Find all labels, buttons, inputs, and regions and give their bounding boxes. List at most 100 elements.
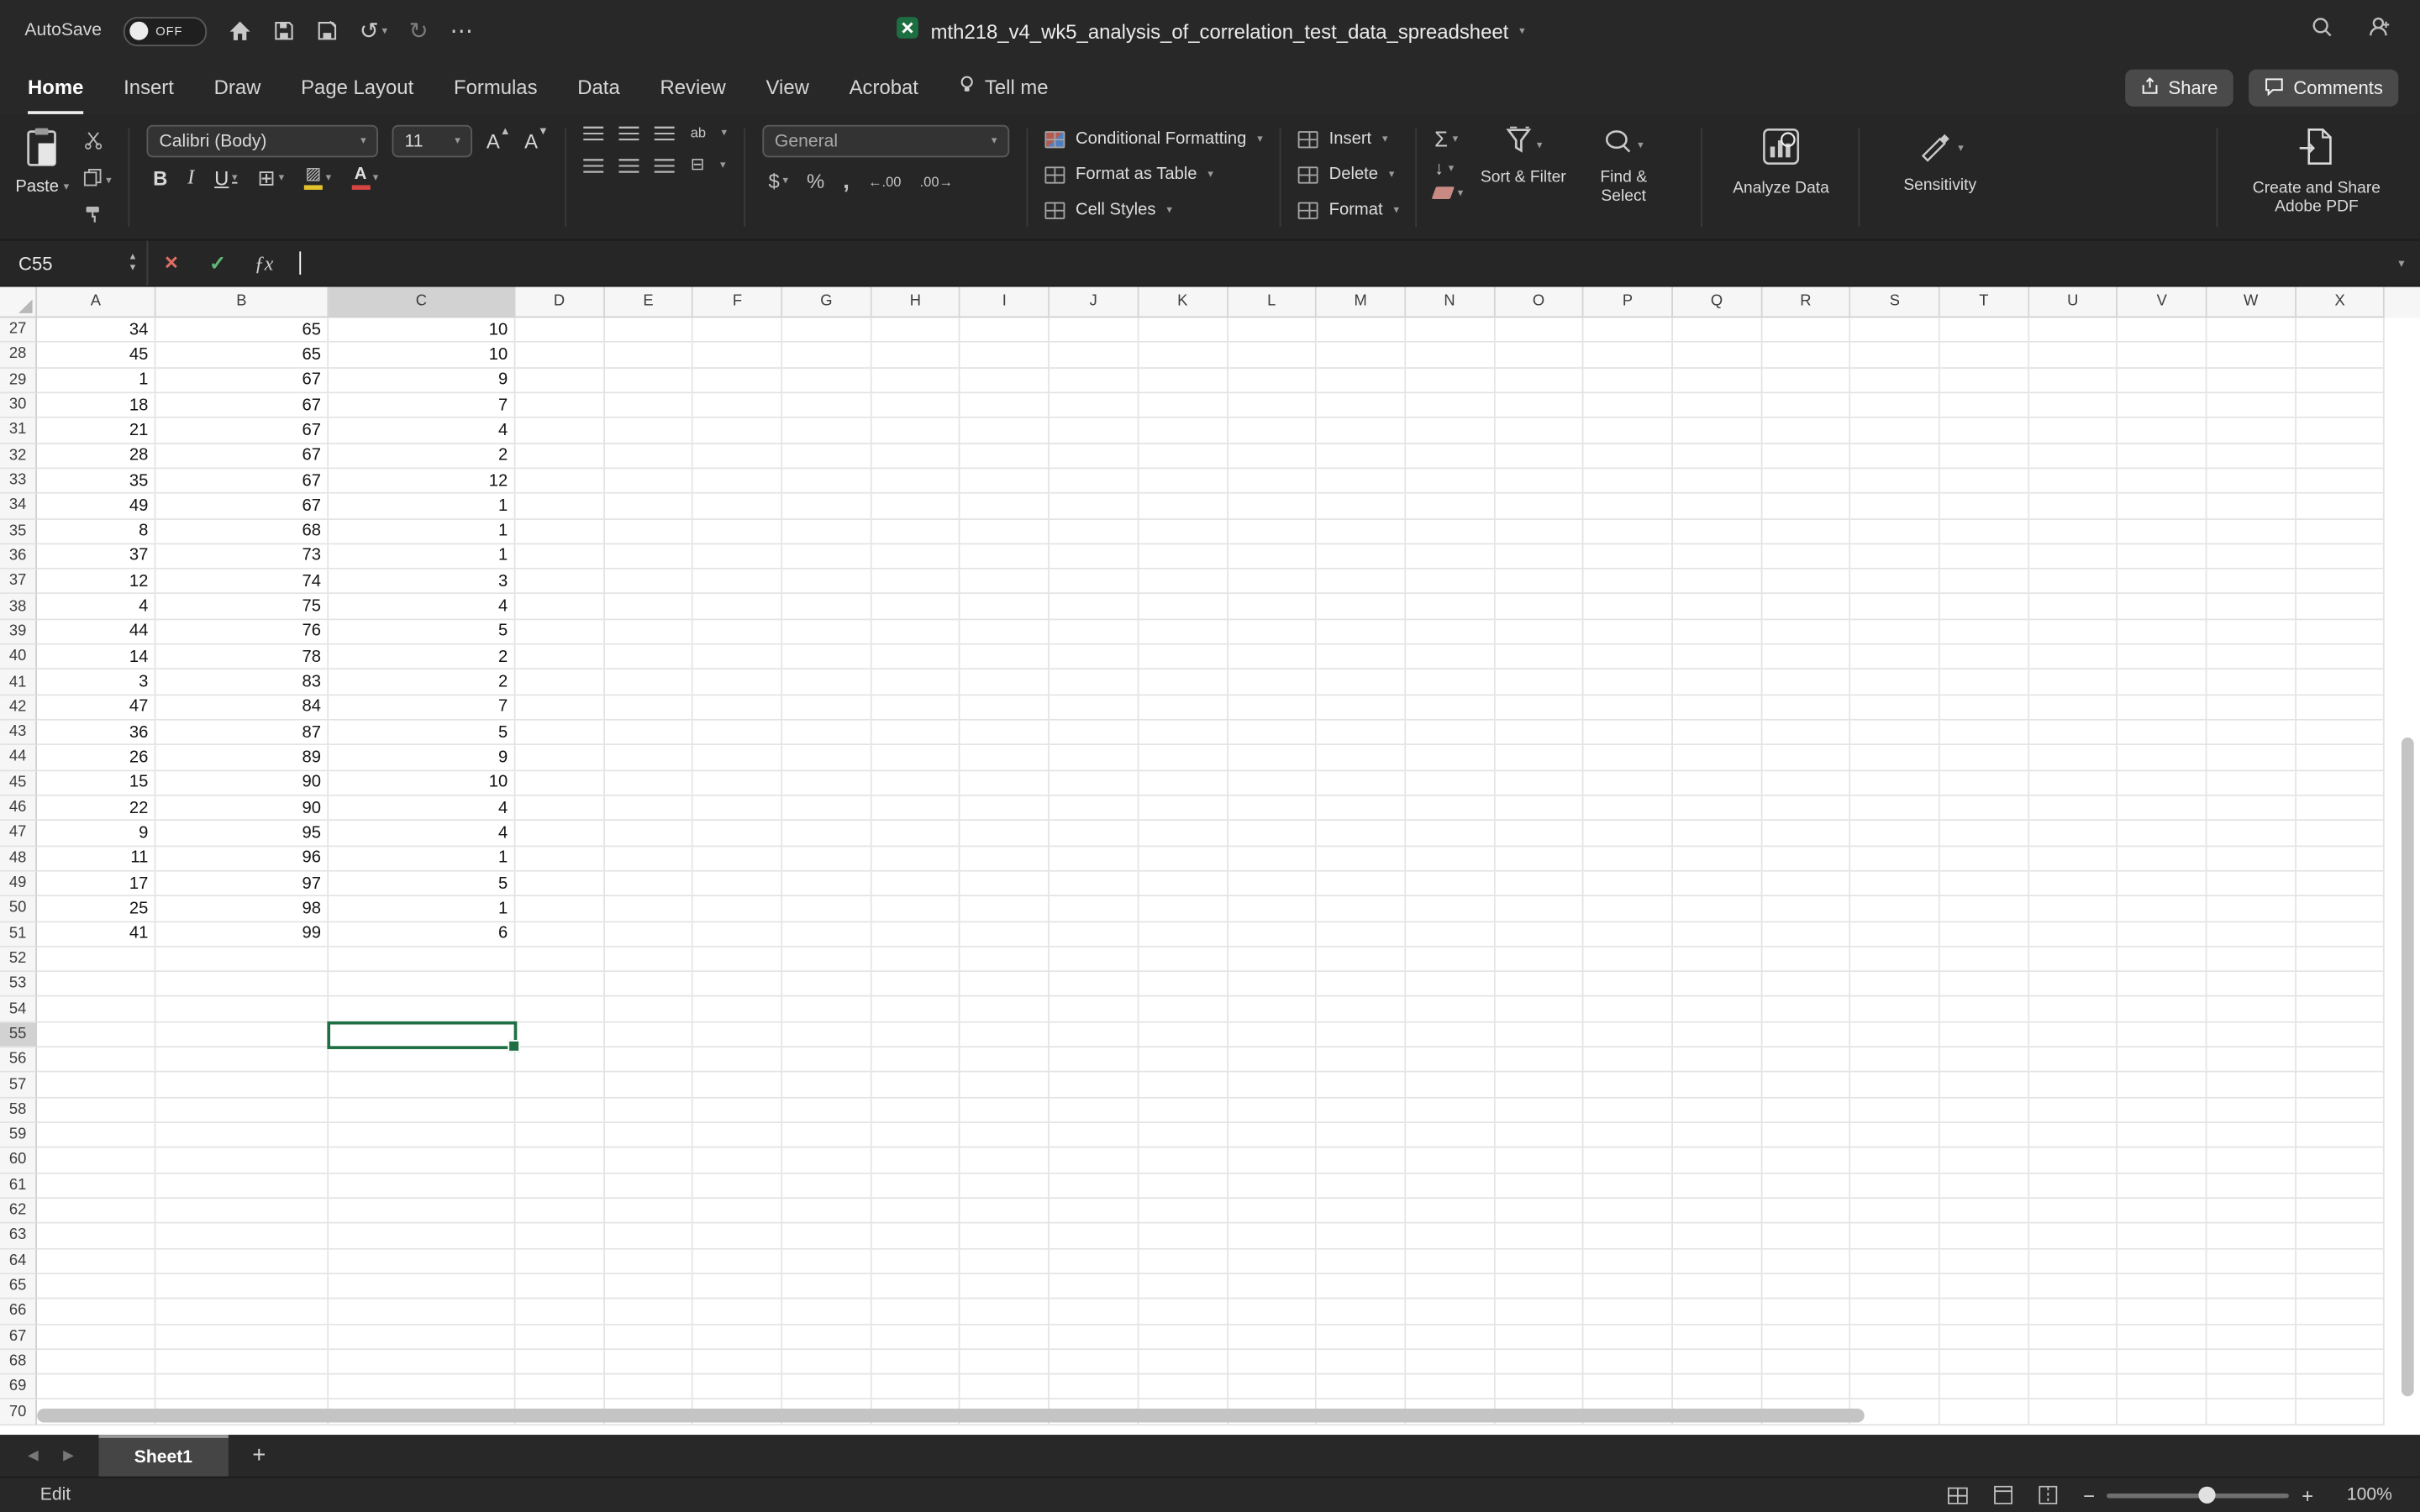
cell-S27[interactable] — [1850, 318, 1940, 344]
cell-T54[interactable] — [1939, 997, 2029, 1023]
cell-C49[interactable]: 5 — [329, 871, 516, 897]
cell-Q29[interactable] — [1672, 368, 1762, 394]
cell-G33[interactable] — [782, 469, 872, 495]
cell-J35[interactable] — [1050, 519, 1139, 545]
cell-Q43[interactable] — [1672, 720, 1762, 746]
cell-O42[interactable] — [1494, 695, 1584, 721]
cell-D34[interactable] — [515, 494, 605, 520]
cell-C59[interactable] — [329, 1123, 516, 1149]
cell-I34[interactable] — [960, 494, 1050, 520]
cell-R27[interactable] — [1761, 318, 1851, 344]
cell-D69[interactable] — [515, 1374, 605, 1400]
cell-L31[interactable] — [1228, 418, 1318, 444]
cell-J50[interactable] — [1050, 896, 1139, 922]
cell-I66[interactable] — [960, 1299, 1050, 1325]
row-header-59[interactable]: 59 — [0, 1123, 38, 1149]
cell-B49[interactable]: 97 — [155, 871, 329, 897]
cell-G37[interactable] — [782, 569, 872, 595]
cell-P66[interactable] — [1583, 1299, 1673, 1325]
cell-C30[interactable]: 7 — [329, 393, 516, 419]
row-header-39[interactable]: 39 — [0, 619, 38, 645]
cell-T42[interactable] — [1939, 695, 2029, 721]
undo-icon[interactable]: ↺ ▾ — [360, 19, 387, 43]
cell-P52[interactable] — [1583, 947, 1673, 973]
cell-J48[interactable] — [1050, 846, 1139, 872]
cell-F28[interactable] — [693, 343, 783, 369]
cell-X60[interactable] — [2296, 1148, 2386, 1174]
cell-S40[interactable] — [1850, 644, 1940, 670]
cell-A41[interactable]: 3 — [37, 669, 156, 696]
adobe-pdf-button[interactable]: Create and Share Adobe PDF — [2235, 125, 2399, 218]
cell-E34[interactable] — [604, 494, 694, 520]
cell-Q40[interactable] — [1672, 644, 1762, 670]
cell-M32[interactable] — [1317, 444, 1407, 470]
cell-H32[interactable] — [871, 444, 961, 470]
cell-R29[interactable] — [1761, 368, 1851, 394]
cell-F57[interactable] — [693, 1073, 783, 1099]
cell-J65[interactable] — [1050, 1273, 1139, 1299]
cell-D62[interactable] — [515, 1199, 605, 1224]
cell-F54[interactable] — [693, 997, 783, 1023]
cell-K55[interactable] — [1139, 1022, 1228, 1048]
cell-B54[interactable] — [155, 997, 329, 1023]
cell-G69[interactable] — [782, 1374, 872, 1400]
cell-D43[interactable] — [515, 720, 605, 746]
cell-X56[interactable] — [2296, 1047, 2386, 1074]
cell-V57[interactable] — [2118, 1073, 2207, 1099]
cell-P33[interactable] — [1583, 469, 1673, 495]
cell-H45[interactable] — [871, 770, 961, 796]
cell-T53[interactable] — [1939, 972, 2029, 998]
cell-L63[interactable] — [1228, 1223, 1318, 1249]
cell-G66[interactable] — [782, 1299, 872, 1325]
row-header-29[interactable]: 29 — [0, 368, 38, 394]
column-header-L[interactable]: L — [1228, 286, 1318, 318]
cell-T46[interactable] — [1939, 795, 2029, 822]
cell-D47[interactable] — [515, 821, 605, 847]
column-header-S[interactable]: S — [1850, 286, 1940, 318]
name-box[interactable]: C55 ▲ ▼ — [0, 240, 149, 286]
cell-W49[interactable] — [2207, 871, 2296, 897]
cell-T30[interactable] — [1939, 393, 2029, 419]
cell-E65[interactable] — [604, 1273, 694, 1299]
cell-M43[interactable] — [1317, 720, 1407, 746]
cell-G62[interactable] — [782, 1199, 872, 1224]
cell-P48[interactable] — [1583, 846, 1673, 872]
cell-F50[interactable] — [693, 896, 783, 922]
cell-X53[interactable] — [2296, 972, 2386, 998]
cell-K29[interactable] — [1139, 368, 1228, 394]
cell-U49[interactable] — [2028, 871, 2118, 897]
cell-V33[interactable] — [2118, 469, 2207, 495]
orientation-icon[interactable]: ab — [691, 125, 706, 140]
cell-L67[interactable] — [1228, 1324, 1318, 1350]
clear-button[interactable]: ▾ — [1432, 186, 1463, 199]
cell-L60[interactable] — [1228, 1148, 1318, 1174]
cell-T33[interactable] — [1939, 469, 2029, 495]
column-header-U[interactable]: U — [2028, 286, 2118, 318]
cell-B36[interactable]: 73 — [155, 544, 329, 570]
cell-K54[interactable] — [1139, 997, 1228, 1023]
cell-H53[interactable] — [871, 972, 961, 998]
spreadsheet-grid[interactable]: A B C D E F G H I J K L M N O P Q R S T U V W X 27 34 65 10 28 45 65 10… — [0, 286, 2420, 1436]
italic-button[interactable]: I — [187, 165, 194, 190]
cell-K37[interactable] — [1139, 569, 1228, 595]
cell-P32[interactable] — [1583, 444, 1673, 470]
cell-A38[interactable]: 4 — [37, 594, 156, 620]
cell-S31[interactable] — [1850, 418, 1940, 444]
cell-V53[interactable] — [2118, 972, 2207, 998]
cell-N69[interactable] — [1406, 1374, 1495, 1400]
cell-O68[interactable] — [1494, 1349, 1584, 1375]
cell-E28[interactable] — [604, 343, 694, 369]
cell-R43[interactable] — [1761, 720, 1851, 746]
cell-P41[interactable] — [1583, 669, 1673, 696]
cell-C48[interactable]: 1 — [329, 846, 516, 872]
cell-U67[interactable] — [2028, 1324, 2118, 1350]
cell-Q62[interactable] — [1672, 1199, 1762, 1224]
cell-P57[interactable] — [1583, 1073, 1673, 1099]
cell-L53[interactable] — [1228, 972, 1318, 998]
cell-B65[interactable] — [155, 1273, 329, 1299]
cell-L47[interactable] — [1228, 821, 1318, 847]
cell-D63[interactable] — [515, 1223, 605, 1249]
row-header-35[interactable]: 35 — [0, 519, 38, 545]
cell-N53[interactable] — [1406, 972, 1495, 998]
column-header-P[interactable]: P — [1583, 286, 1673, 318]
